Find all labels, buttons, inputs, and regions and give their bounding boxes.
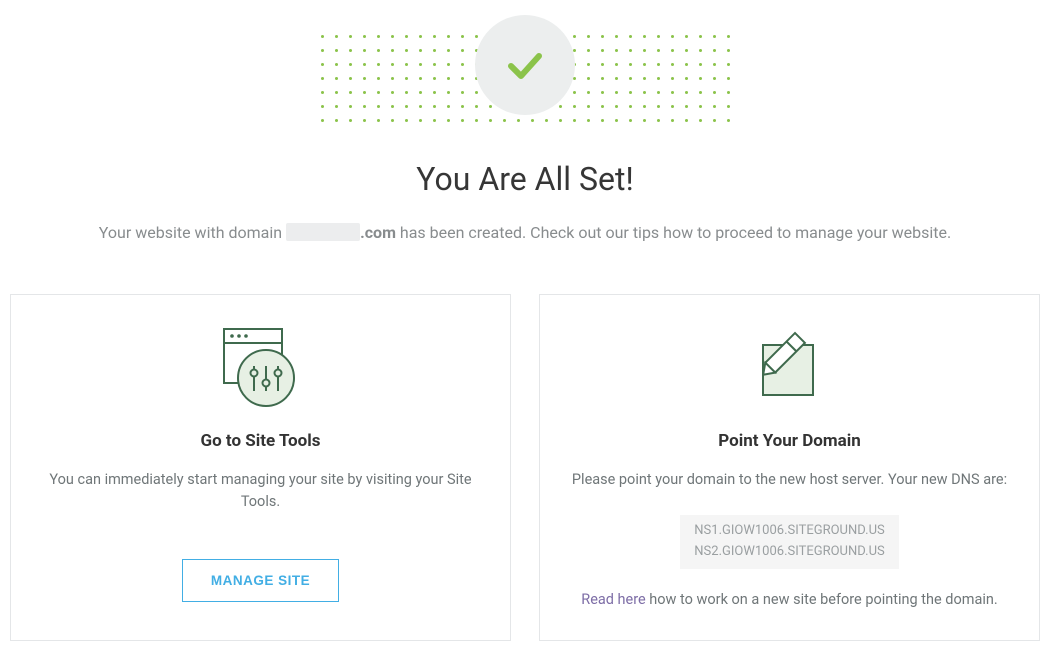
- redacted-domain: [286, 223, 360, 241]
- dns-list: NS1.GIOW1006.SITEGROUND.US NS2.GIOW1006.…: [680, 515, 898, 569]
- site-tools-icon: [35, 323, 486, 411]
- checkmark-icon: [475, 15, 575, 115]
- read-here-link[interactable]: Read here: [581, 591, 645, 608]
- hero-graphic: [315, 20, 735, 120]
- point-domain-card: Point Your Domain Please point your doma…: [539, 294, 1040, 641]
- page-subtitle: Your website with domain .com has been c…: [10, 222, 1040, 244]
- point-domain-footer: Read here how to work on a new site befo…: [564, 589, 1015, 611]
- site-tools-desc: You can immediately start managing your …: [35, 469, 486, 513]
- point-domain-desc: Please point your domain to the new host…: [564, 469, 1015, 491]
- site-tools-title: Go to Site Tools: [35, 431, 486, 451]
- manage-site-button[interactable]: MANAGE SITE: [182, 559, 339, 602]
- site-tools-card: Go to Site Tools You can immediately sta…: [10, 294, 511, 641]
- dns-entry: NS1.GIOW1006.SITEGROUND.US: [694, 521, 884, 542]
- point-domain-title: Point Your Domain: [564, 431, 1015, 451]
- page-title: You Are All Set!: [10, 160, 1040, 198]
- point-domain-icon: [564, 323, 1015, 411]
- dns-entry: NS2.GIOW1006.SITEGROUND.US: [694, 542, 884, 563]
